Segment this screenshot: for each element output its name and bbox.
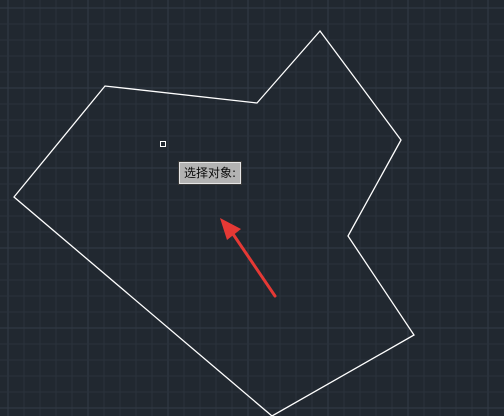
drawing-canvas[interactable]: 选择对象: xyxy=(0,0,504,416)
drawing-layer xyxy=(13,29,415,416)
polyline-shape[interactable] xyxy=(13,29,415,416)
command-prompt-tooltip: 选择对象: xyxy=(179,162,242,184)
red-arrow-annotation xyxy=(220,218,277,298)
cursor-pickbox-icon xyxy=(160,141,166,147)
